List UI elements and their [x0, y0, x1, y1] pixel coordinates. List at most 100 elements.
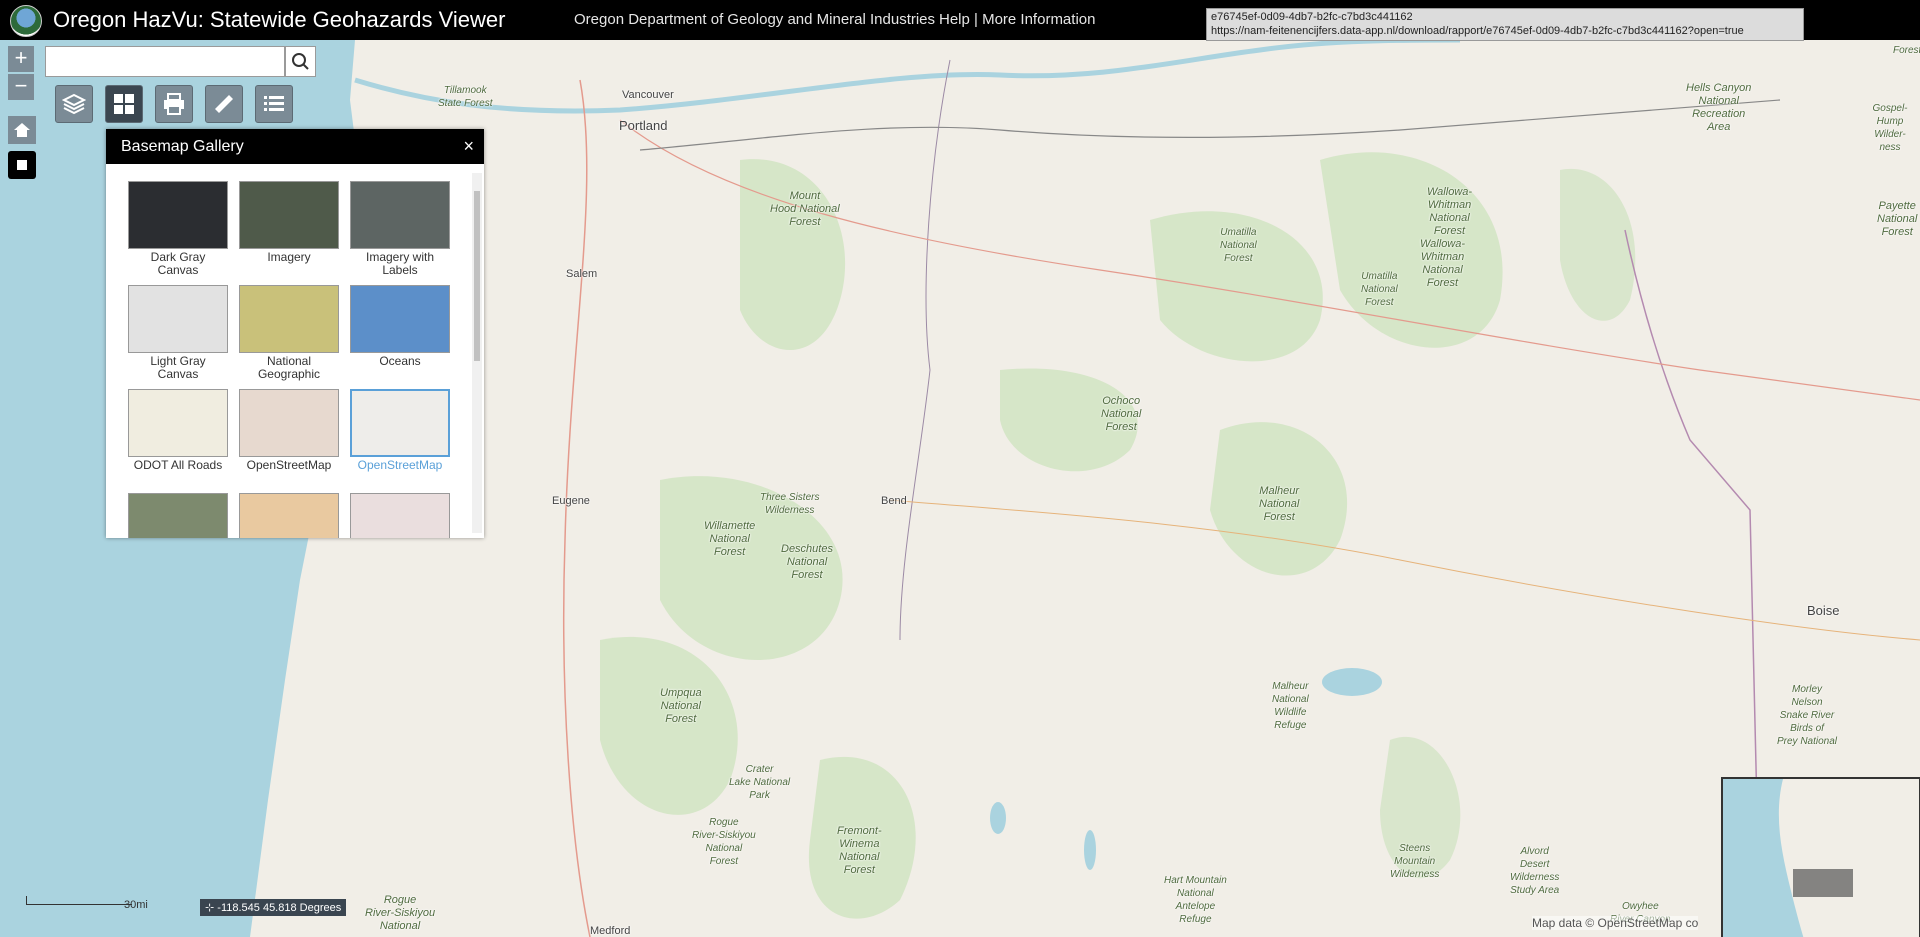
forest-label: Alvord Desert Wilderness Study Area: [1510, 846, 1560, 896]
city-label: Eugene: [552, 495, 590, 507]
basemap-list: Dark Gray Canvas Imagery Imagery with Labe…: [106, 164, 468, 538]
basemap-label: ODOT All Roads: [133, 458, 223, 472]
basemap-label: Imagery with Labels: [365, 250, 435, 277]
measure-button[interactable]: [205, 85, 243, 123]
basemap-thumbnail[interactable]: [350, 181, 450, 249]
forest-label: Gospel- Hump Wilder- ness: [1872, 103, 1908, 153]
basemap-tile[interactable]: Light Gray Canvas: [126, 285, 230, 381]
help-link[interactable]: Help | More Information: [939, 11, 1095, 28]
basemap-gallery-button[interactable]: [105, 85, 143, 123]
basemap-tile[interactable]: Imagery with Labels: [348, 181, 452, 277]
zoom-out-button[interactable]: −: [8, 74, 34, 100]
search-input[interactable]: [45, 46, 285, 77]
basemap-label: Dark Gray Canvas: [150, 250, 206, 277]
forest-label: Hart Mountain National Antelope Refuge: [1164, 875, 1227, 925]
basemap-tile[interactable]: National Geographic: [237, 285, 341, 381]
close-icon[interactable]: ×: [463, 129, 474, 164]
basemap-thumbnail[interactable]: [128, 181, 228, 249]
city-label: Salem: [566, 268, 598, 280]
basemap-tile[interactable]: Dark Gray Canvas: [126, 181, 230, 277]
forest-label: Umatilla National Forest: [1361, 271, 1398, 308]
scale-label: 30mi: [124, 899, 148, 911]
forest-label: Umpqua National Forest: [660, 687, 702, 725]
map-attribution: Map data © OpenStreetMap co: [1532, 916, 1699, 930]
forest-label: Fremont- Winema National Forest: [837, 825, 882, 876]
basemap-thumbnail[interactable]: [128, 389, 228, 457]
basemap-label: OpenStreetMap: [246, 458, 332, 472]
zoom-in-button[interactable]: +: [8, 46, 34, 72]
basemap-label: National Geographic: [257, 354, 321, 381]
basemap-thumbnail[interactable]: [350, 493, 450, 538]
basemap-thumbnail[interactable]: [128, 493, 228, 538]
tooltip-url: https://nam-feitenencijfers.data-app.nl/…: [1211, 25, 1744, 37]
search-button[interactable]: [285, 46, 316, 77]
forest-label: Three Sisters Wilderness: [760, 492, 820, 516]
legend-button[interactable]: [255, 85, 293, 123]
forest-label: Steens Mountain Wilderness: [1390, 843, 1440, 880]
city-label: Medford: [590, 925, 631, 937]
basemap-tile[interactable]: Imagery: [237, 181, 341, 264]
basemap-gallery-panel: Basemap Gallery × Dark Gray Canvas Imager…: [106, 129, 484, 538]
forest-label: Rogue River-Siskiyou National: [365, 894, 436, 932]
forest-label: Willamette National Forest: [704, 520, 756, 558]
app-title: Oregon HazVu: Statewide Geohazards Viewe…: [53, 7, 506, 32]
basemap-label: Light Gray Canvas: [150, 354, 206, 381]
layers-button[interactable]: [55, 85, 93, 123]
basemap-thumbnail[interactable]: [350, 389, 450, 457]
coordinates-readout[interactable]: ⊹ -118.545 45.818 Degrees: [200, 899, 347, 916]
forest-label: Forest: [1893, 45, 1920, 56]
printer-icon: [164, 93, 184, 115]
basemap-thumbnail[interactable]: [239, 181, 339, 249]
basemap-tile[interactable]: [237, 493, 341, 538]
basemap-thumbnail[interactable]: [239, 389, 339, 457]
basemap-tile[interactable]: ODOT All Roads: [126, 389, 230, 472]
forest-label: Umatilla National Forest: [1220, 227, 1257, 264]
overview-drawing: [1723, 779, 1853, 937]
list-icon: [264, 96, 284, 111]
grid-icon: [114, 94, 134, 114]
panel-header: Basemap Gallery ×: [106, 129, 484, 164]
forest-label: Wallowa- Whitman National Forest: [1427, 186, 1473, 237]
basemap-tile[interactable]: [348, 493, 452, 538]
forest-label: Deschutes National Forest: [781, 543, 833, 581]
panel-scrollbar[interactable]: [472, 173, 482, 533]
print-button[interactable]: [155, 85, 193, 123]
forest-label: Tillamook State Forest: [438, 85, 493, 109]
home-icon: [14, 123, 30, 137]
coordinates-text: -118.545 45.818 Degrees: [217, 902, 342, 914]
forest-label: Payette National Forest: [1877, 200, 1918, 238]
forest-label: Mount Hood National Forest: [770, 190, 840, 228]
stop-button[interactable]: [8, 151, 36, 179]
basemap-thumbnail[interactable]: [239, 285, 339, 353]
basemap-tile[interactable]: OpenStreetMap: [237, 389, 341, 472]
search-icon: [292, 53, 309, 70]
ruler-icon: [215, 95, 233, 113]
forest-label: Malheur National Forest: [1259, 485, 1300, 523]
basemap-label: Imagery: [267, 250, 311, 264]
city-label: Portland: [619, 118, 668, 133]
overview-map[interactable]: [1721, 777, 1920, 937]
tooltip-id: e76745ef-0d09-4db7-b2fc-c7bd3c441162: [1211, 11, 1413, 23]
forest-label: Ochoco National Forest: [1101, 395, 1142, 433]
forest-label: Wallowa- Whitman National Forest: [1420, 238, 1466, 289]
forest-label: Crater Lake National Park: [729, 764, 791, 801]
layers-icon: [62, 93, 86, 115]
forest-label: Hells Canyon National Recreation Area: [1686, 82, 1752, 133]
basemap-tile[interactable]: OpenStreetMap: [348, 389, 452, 472]
basemap-tile[interactable]: Oceans: [348, 285, 452, 368]
home-button[interactable]: [8, 116, 36, 144]
city-label: Boise: [1807, 603, 1840, 618]
basemap-label: OpenStreetMap: [357, 458, 443, 472]
forest-label: Morley Nelson Snake River Birds of Prey …: [1777, 684, 1838, 747]
city-label: Bend: [881, 495, 907, 507]
basemap-thumbnail[interactable]: [128, 285, 228, 353]
scroll-thumb[interactable]: [474, 191, 480, 361]
basemap-thumbnail[interactable]: [239, 493, 339, 538]
basemap-thumbnail[interactable]: [350, 285, 450, 353]
org-link[interactable]: Oregon Department of Geology and Mineral…: [574, 11, 935, 28]
forest-label: Rogue River-Siskiyou National Forest: [692, 817, 756, 867]
forest-label: Malheur National Wildlife Refuge: [1272, 681, 1309, 731]
link-tooltip: e76745ef-0d09-4db7-b2fc-c7bd3c441162 htt…: [1206, 8, 1804, 41]
basemap-tile[interactable]: [126, 493, 230, 538]
panel-title: Basemap Gallery: [121, 138, 244, 155]
